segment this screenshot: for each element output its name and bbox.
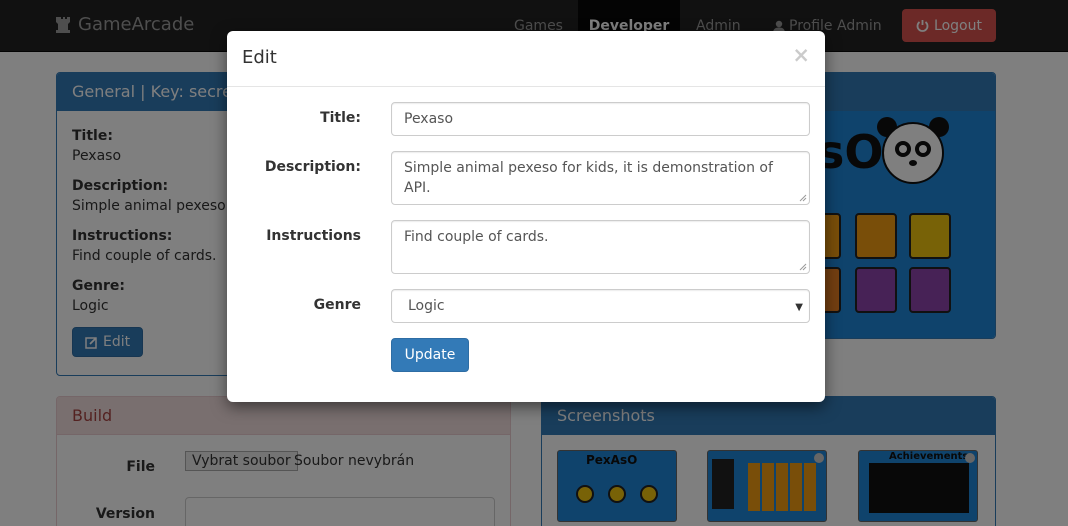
instructions-textarea[interactable]: Find couple of cards. (391, 220, 810, 274)
genre-label: Genre (313, 297, 361, 313)
update-button[interactable]: Update (391, 338, 469, 372)
description-textarea[interactable]: Simple animal pexeso for kids, it is dem… (391, 151, 810, 205)
resize-handle-icon[interactable] (799, 263, 807, 271)
modal-header: Edit × (227, 31, 825, 87)
title-label: Title: (320, 110, 361, 126)
description-text: Simple animal pexeso for kids, it is dem… (404, 160, 773, 196)
caret-down-icon: ▼ (795, 302, 803, 313)
instructions-label: Instructions (266, 228, 361, 244)
close-icon[interactable]: × (792, 43, 810, 67)
resize-handle-icon[interactable] (799, 194, 807, 202)
genre-select[interactable]: Logic ▼ (391, 289, 810, 323)
modal-title: Edit (242, 47, 277, 68)
description-label: Description: (264, 159, 361, 175)
instructions-text: Find couple of cards. (404, 229, 549, 245)
title-input[interactable]: Pexaso (391, 102, 810, 136)
edit-modal: Edit × Title: Pexaso Description: Simple… (227, 31, 825, 402)
genre-selected: Logic (408, 298, 445, 314)
